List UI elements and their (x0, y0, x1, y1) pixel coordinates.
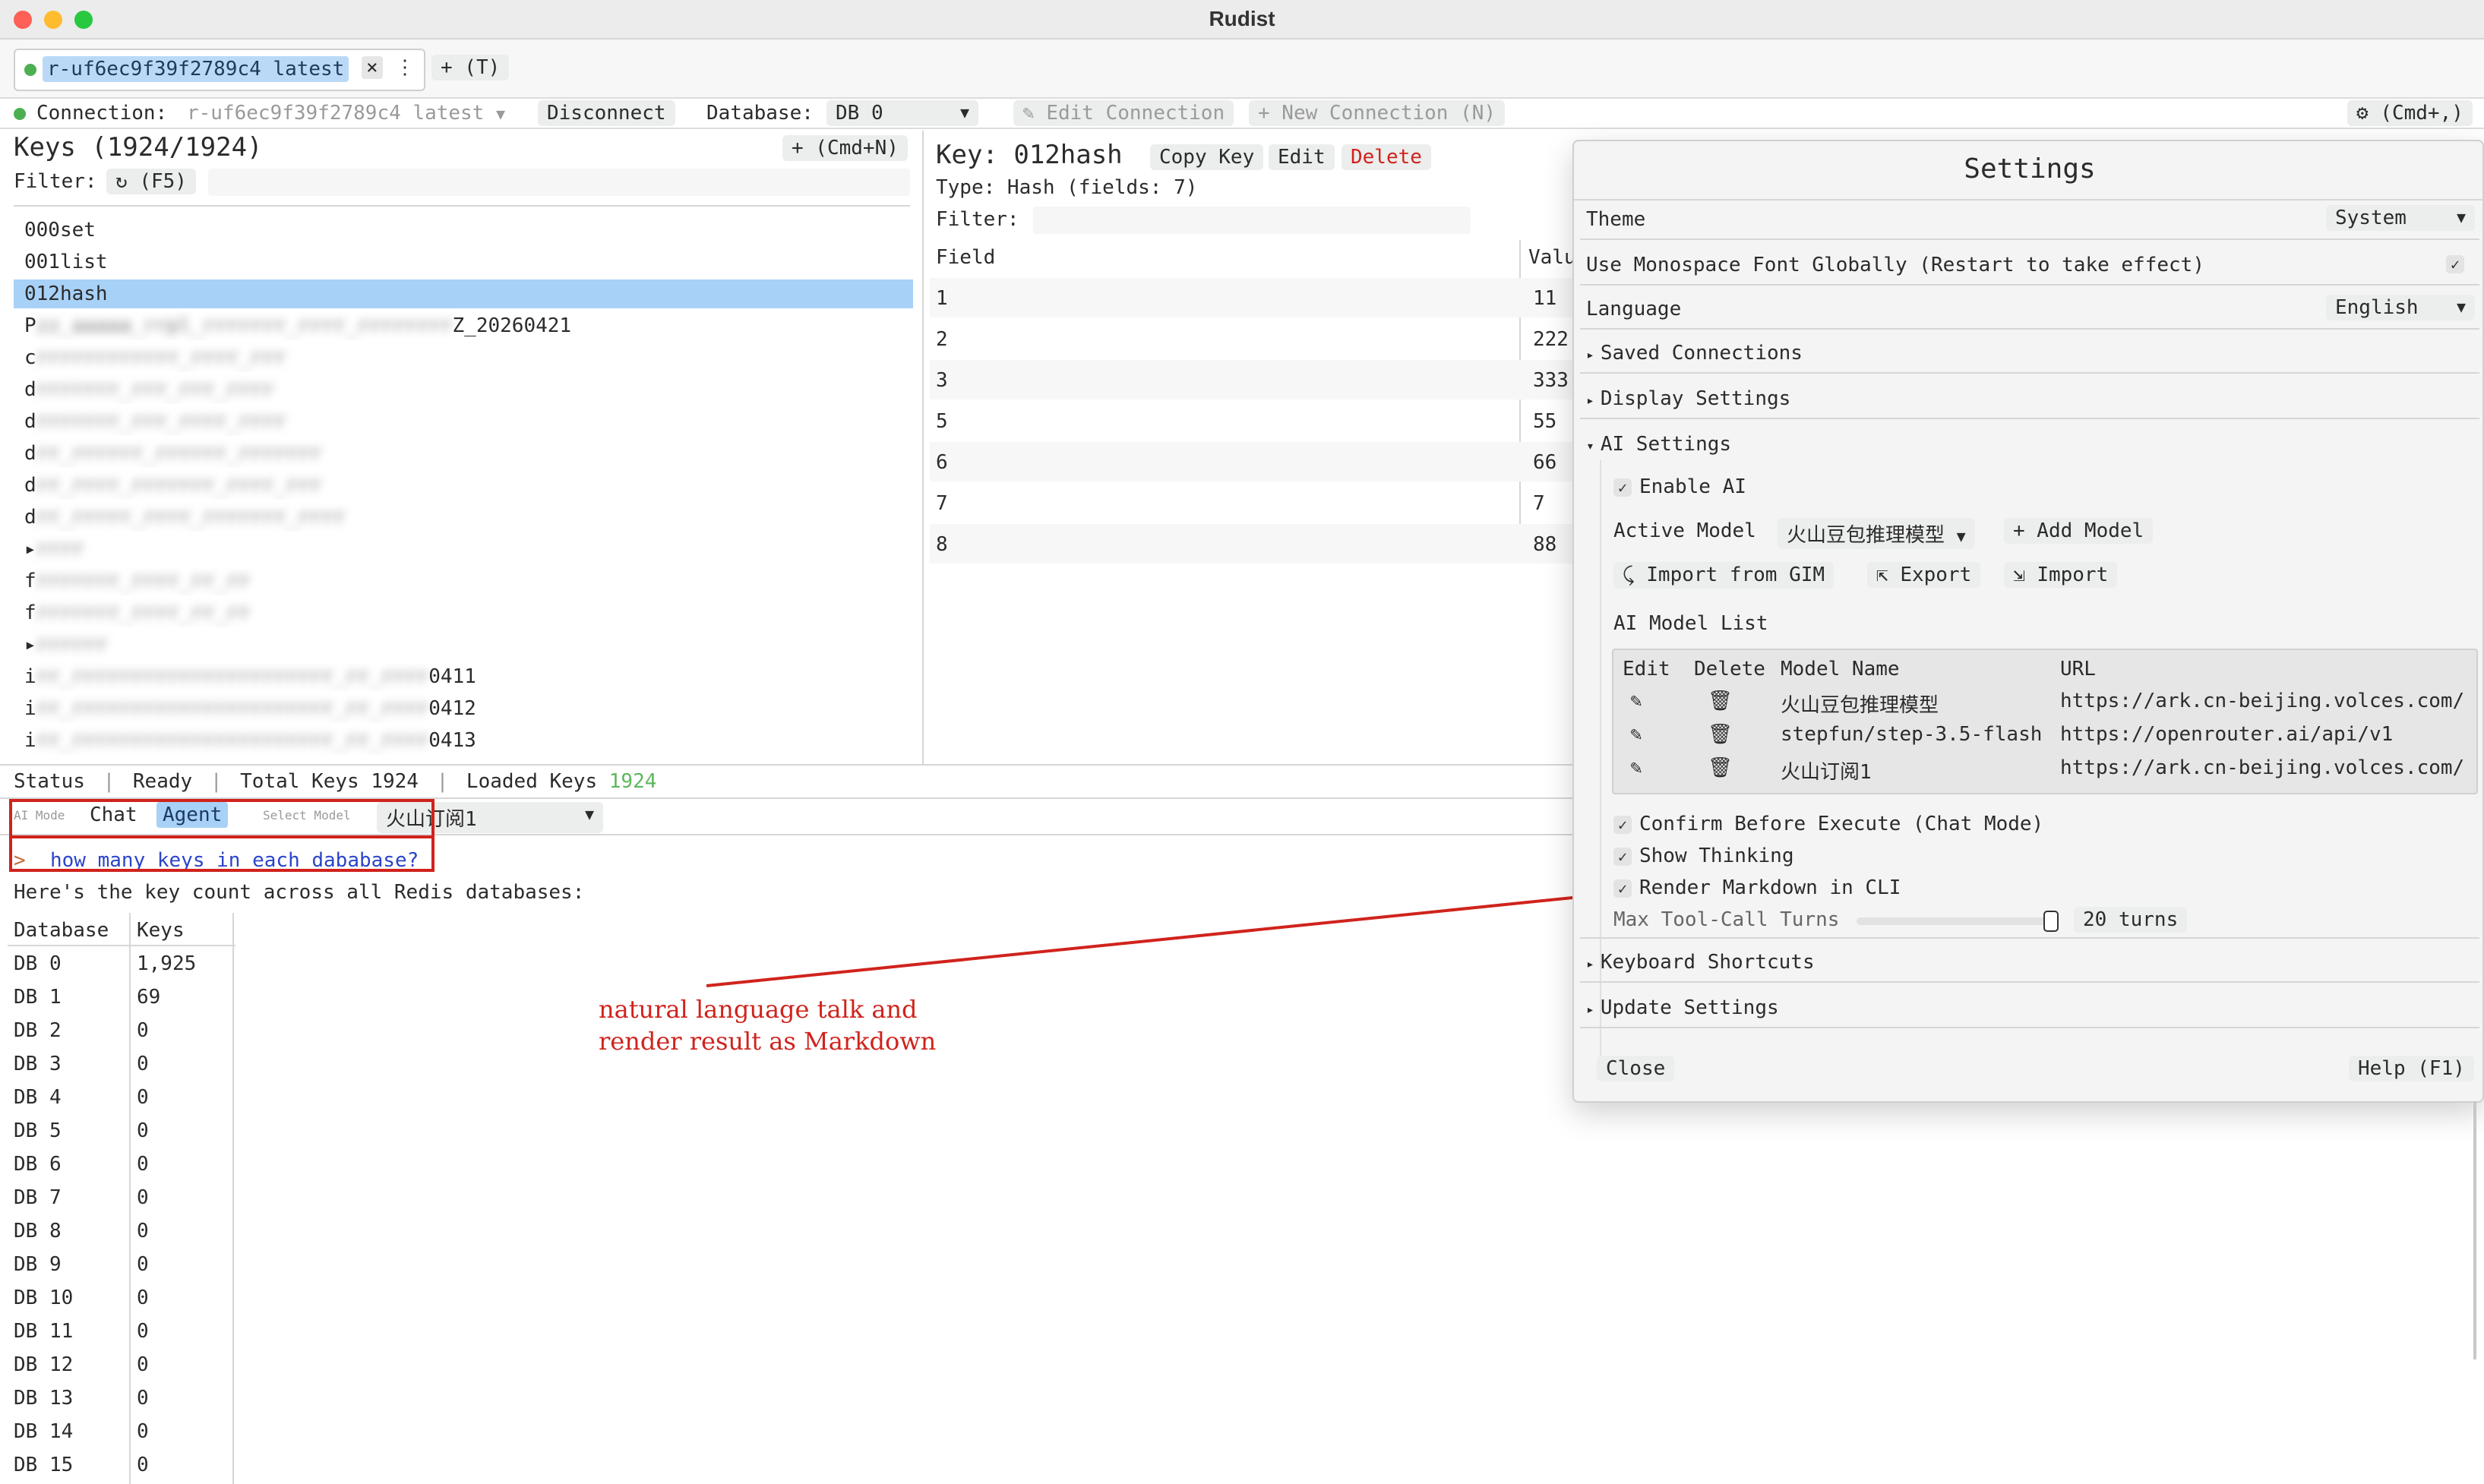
caret-right-icon: ▸ (1586, 956, 1594, 972)
enable-ai-label: Enable AI (1639, 475, 1746, 498)
pencil-icon[interactable]: ✎ (1630, 756, 1642, 779)
show-thinking-checkbox[interactable]: ✓ (1613, 847, 1632, 866)
monospace-font-checkbox[interactable]: ✓ (2446, 255, 2464, 273)
divider (1580, 1027, 2479, 1028)
model-name: stepfun/step-3.5-flash (1781, 723, 2043, 746)
keyboard-shortcuts-label: Keyboard Shortcuts (1600, 951, 1815, 974)
model-url: https://ark.cn-beijing.volces.com/ (2060, 756, 2465, 779)
active-model-label: Active Model (1613, 519, 1756, 542)
enable-ai-row[interactable]: ✓ Enable AI (1613, 475, 1746, 498)
help-button[interactable]: Help (F1) (2349, 1056, 2474, 1081)
section-display-settings[interactable]: ▸ Display Settings (1586, 387, 1790, 410)
delete-column-header: Delete (1694, 658, 1765, 680)
section-update-settings[interactable]: ▸ Update Settings (1586, 996, 1779, 1019)
max-turns-value[interactable]: 20 turns (2074, 907, 2188, 933)
import-gim-label: Import from GIM (1646, 564, 1825, 586)
render-markdown-row[interactable]: ✓ Render Markdown in CLI (1613, 876, 1901, 899)
import-label: Import (2037, 564, 2109, 586)
divider (1580, 418, 2479, 419)
model-row: ✎ 🗑 火山订阅1 https://ark.cn-beijing.volces.com… (1613, 755, 2476, 787)
confirm-execute-label: Confirm Before Execute (Chat Mode) (1639, 813, 2044, 835)
caret-right-icon: ▸ (1586, 347, 1594, 363)
enable-ai-checkbox[interactable]: ✓ (1613, 478, 1632, 497)
trash-icon[interactable]: 🗑 (1708, 756, 1733, 779)
theme-select-value: System (2335, 207, 2407, 229)
active-model-value: 火山豆包推理模型 (1787, 524, 1945, 547)
caret-right-icon: ▸ (1586, 1002, 1594, 1018)
section-saved-connections[interactable]: ▸ Saved Connections (1586, 342, 1803, 365)
export-icon: ⇱ (1876, 564, 1888, 586)
annotation-line-2: render result as Markdown (599, 1027, 937, 1056)
divider (1580, 981, 2479, 983)
import-button[interactable]: ⇲ Import (2004, 562, 2118, 588)
model-name: 火山豆包推理模型 (1781, 694, 1939, 717)
annotation-line-1: natural language talk and (599, 995, 918, 1024)
theme-label: Theme (1586, 208, 1646, 231)
divider (1580, 238, 2479, 240)
model-row: ✎ 🗑 火山豆包推理模型 https://ark.cn-beijing.volces.… (1613, 688, 2476, 720)
active-model-select[interactable]: 火山豆包推理模型 ▼ (1778, 518, 1975, 549)
chevron-down-icon: ▼ (1956, 527, 1966, 545)
model-name-column-header: Model Name (1781, 658, 1900, 680)
section-indent-line (1600, 460, 1601, 1075)
chevron-down-icon: ▼ (2456, 208, 2466, 226)
theme-select[interactable]: System ▼ (2326, 205, 2475, 231)
import-gim-button[interactable]: ⤹ Import from GIM (1613, 562, 1835, 589)
import-gim-icon: ⤹ (1623, 564, 1635, 586)
max-turns-slider[interactable] (1857, 911, 2059, 932)
export-button[interactable]: ⇱ Export (1867, 562, 1981, 588)
max-turns-label: Max Tool-Call Turns (1613, 908, 1840, 931)
monospace-font-label: Use Monospace Font Globally (Restart to … (1586, 254, 2204, 276)
divider (1580, 937, 2479, 939)
pencil-icon[interactable]: ✎ (1630, 690, 1642, 712)
settings-window: Settings Theme System ▼ Use Monospace Fo… (1572, 140, 2484, 1103)
slider-handle[interactable] (2043, 911, 2059, 932)
pencil-icon[interactable]: ✎ (1630, 723, 1642, 746)
show-thinking-row[interactable]: ✓ Show Thinking (1613, 845, 1794, 867)
divider (1580, 284, 2479, 286)
confirm-execute-row[interactable]: ✓ Confirm Before Execute (Chat Mode) (1613, 813, 2043, 835)
trash-icon[interactable]: 🗑 (1708, 690, 1733, 712)
ai-settings-label: AI Settings (1600, 433, 1732, 456)
close-settings-button[interactable]: Close (1597, 1056, 1675, 1081)
caret-down-icon: ▾ (1586, 438, 1594, 454)
model-url: https://openrouter.ai/api/v1 (2060, 723, 2394, 746)
add-model-button[interactable]: + Add Model (2004, 518, 2154, 544)
model-row: ✎ 🗑 stepfun/step-3.5-flash https://openrout… (1613, 721, 2476, 753)
chevron-down-icon: ▼ (2456, 298, 2466, 316)
language-select[interactable]: English ▼ (2326, 295, 2475, 320)
display-settings-label: Display Settings (1600, 387, 1791, 410)
edit-column-header: Edit (1623, 658, 1670, 680)
export-label: Export (1900, 564, 1972, 586)
model-name: 火山订阅1 (1781, 761, 1872, 784)
render-markdown-checkbox[interactable]: ✓ (1613, 879, 1632, 898)
caret-right-icon: ▸ (1586, 393, 1594, 409)
divider (1580, 372, 2479, 374)
update-settings-label: Update Settings (1600, 996, 1779, 1019)
language-label: Language (1586, 298, 1682, 320)
confirm-execute-checkbox[interactable]: ✓ (1613, 815, 1632, 834)
settings-title: Settings (1964, 153, 2096, 185)
section-keyboard-shortcuts[interactable]: ▸ Keyboard Shortcuts (1586, 951, 1815, 974)
url-column-header: URL (2060, 658, 2096, 680)
section-ai-settings[interactable]: ▾ AI Settings (1586, 433, 1731, 456)
trash-icon[interactable]: 🗑 (1708, 723, 1733, 746)
saved-connections-label: Saved Connections (1600, 342, 1803, 365)
divider (1580, 328, 2479, 330)
divider (1574, 199, 2484, 200)
scrollbar[interactable] (2473, 1101, 2476, 1359)
language-select-value: English (2335, 296, 2419, 319)
model-list-title: AI Model List (1613, 612, 1768, 635)
render-markdown-label: Render Markdown in CLI (1639, 876, 1901, 899)
model-url: https://ark.cn-beijing.volces.com/ (2060, 690, 2465, 712)
import-icon: ⇲ (2013, 564, 2025, 586)
show-thinking-label: Show Thinking (1639, 845, 1794, 867)
model-list-table: Edit Delete Model Name URL ✎ 🗑 火山豆包推理模型 htt… (1612, 649, 2478, 794)
